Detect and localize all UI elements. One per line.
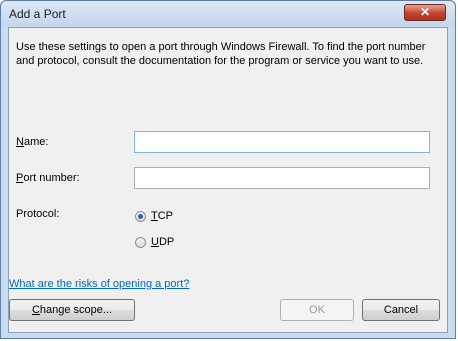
udp-radio-label[interactable]: UDP (151, 236, 174, 248)
add-port-dialog: Add a Port ✕ Use these settings to open … (0, 0, 456, 339)
protocol-label: Protocol: (16, 208, 60, 220)
tcp-radio-button[interactable] (135, 211, 146, 222)
tcp-radio-label[interactable]: TCP (151, 210, 173, 222)
name-input[interactable] (134, 131, 430, 153)
close-icon: ✕ (419, 5, 431, 19)
ok-button[interactable]: OK (280, 299, 354, 321)
change-scope-button[interactable]: Change scope... (9, 299, 135, 321)
description-text: Use these settings to open a port throug… (16, 41, 426, 67)
change-scope-text: hange scope... (39, 304, 113, 316)
change-scope-accelerator: C (31, 304, 40, 316)
close-button[interactable]: ✕ (404, 4, 446, 21)
tcp-label-accelerator: T (151, 210, 158, 222)
port-number-label-text: ort number: (23, 172, 80, 184)
port-number-label: Port number: (16, 172, 80, 184)
name-label-accelerator: N (16, 136, 24, 148)
name-label-text: ame: (23, 136, 49, 148)
udp-radio-button[interactable] (135, 237, 146, 248)
udp-label-text: DP (158, 236, 175, 248)
dialog-body: Use these settings to open a port throug… (8, 27, 448, 333)
risks-help-link[interactable]: What are the risks of opening a port? (9, 278, 189, 290)
dialog-title: Add a Port (9, 7, 66, 21)
title-bar: Add a Port ✕ (1, 1, 455, 26)
cancel-button[interactable]: Cancel (362, 299, 440, 321)
name-label: Name: (16, 136, 48, 148)
tcp-label-text: CP (157, 210, 174, 222)
port-number-input[interactable] (134, 167, 430, 189)
udp-label-accelerator: U (151, 236, 159, 248)
